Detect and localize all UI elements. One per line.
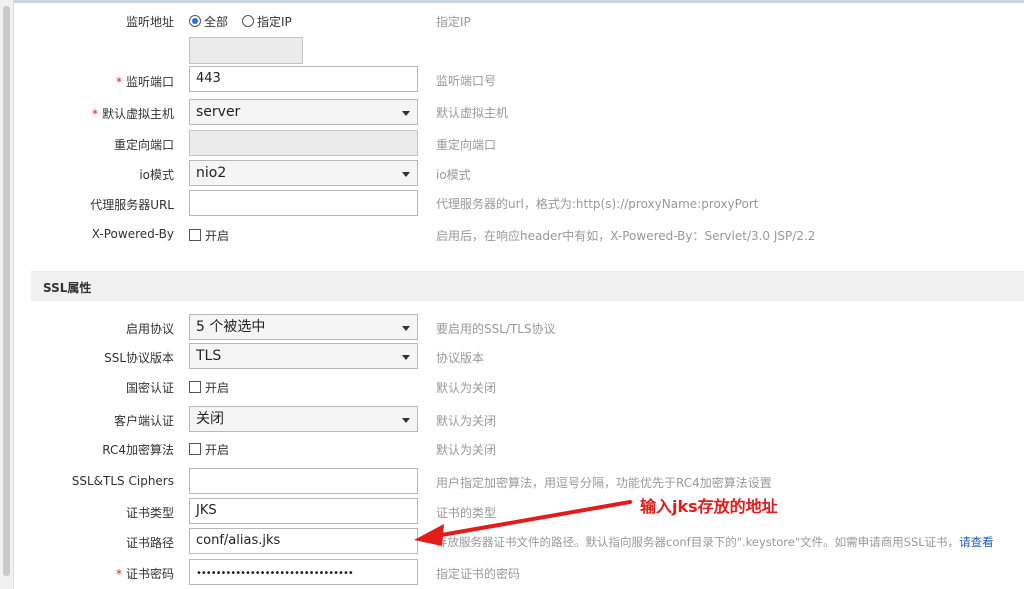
specific-ip-input[interactable]	[189, 37, 303, 64]
checkbox-icon[interactable]	[189, 443, 201, 455]
io-mode-label: io模式	[139, 168, 174, 182]
ssl-section-title: SSL属性	[43, 281, 92, 295]
default-host-label: * 默认虚拟主机	[91, 107, 174, 121]
io-mode-hint: io模式	[436, 168, 471, 182]
chevron-down-icon	[402, 172, 410, 177]
scrollbar[interactable]	[0, 0, 14, 589]
chevron-down-icon	[402, 355, 410, 360]
protocol-version-select[interactable]: TLS	[189, 343, 418, 369]
cert-path-hint: 存放服务器证书文件的路径。默认指向服务器conf目录下的".keystore"文…	[436, 535, 994, 549]
proxy-url-hint: 代理服务器的url，格式为:http(s)://proxyName:proxyP…	[436, 197, 759, 211]
cert-password-input[interactable]: ••••••••••••••••••••••••••••••••	[189, 559, 418, 585]
annotation-text: 输入jks存放的地址	[640, 497, 778, 516]
cert-path-label: 证书路径	[125, 536, 174, 550]
protocols-select[interactable]: 5 个被选中	[189, 314, 418, 340]
chevron-down-icon	[402, 418, 410, 423]
radio-all-icon[interactable]	[189, 15, 201, 27]
ciphers-label: SSL&TLS Ciphers	[71, 474, 174, 488]
view-link[interactable]: 请查看	[959, 535, 994, 549]
cert-path-input[interactable]: conf/alias.jks	[189, 528, 418, 554]
protocol-version-label: SSL协议版本	[104, 351, 174, 365]
checkbox-icon[interactable]	[189, 381, 201, 393]
proxy-url-input[interactable]	[189, 190, 418, 216]
proxy-url-label: 代理服务器URL	[90, 198, 174, 212]
listen-address-hint: 指定IP	[436, 15, 471, 29]
listen-address-label: 监听地址	[125, 15, 174, 29]
protocols-hint: 要启用的SSL/TLS协议	[436, 322, 556, 336]
ciphers-input[interactable]	[189, 468, 418, 494]
x-powered-by-label: X-Powered-By	[91, 227, 174, 241]
redirect-port-input[interactable]	[189, 130, 418, 156]
cert-password-label: * 证书密码	[115, 567, 174, 581]
client-auth-hint: 默认为关闭	[436, 414, 497, 428]
default-host-hint: 默认虚拟主机	[436, 106, 509, 120]
scrollbar-thumb[interactable]	[3, 6, 10, 576]
cert-type-label: 证书类型	[125, 506, 174, 520]
radio-specific-ip-icon[interactable]	[242, 15, 254, 27]
io-mode-select[interactable]: nio2	[189, 160, 418, 186]
redirect-port-label: 重定向端口	[113, 138, 174, 152]
rc4-label: RC4加密算法	[102, 443, 174, 457]
cert-type-input[interactable]: JKS	[189, 498, 418, 524]
rc4-hint: 默认为关闭	[436, 443, 497, 457]
ciphers-hint: 用户指定加密算法，用逗号分隔，功能优先于RC4加密算法设置	[436, 476, 772, 490]
protocols-label: 启用协议	[125, 322, 174, 336]
listen-port-hint: 监听端口号	[436, 74, 497, 88]
checkbox-icon[interactable]	[189, 229, 201, 241]
listen-port-label: * 监听端口	[115, 75, 174, 89]
default-host-select[interactable]: server	[189, 99, 418, 125]
x-powered-by-checkbox[interactable]: 开启	[189, 227, 229, 244]
radio-specific-ip[interactable]: 指定IP	[242, 13, 292, 30]
cert-type-hint: 证书的类型	[436, 506, 497, 520]
national-crypto-checkbox[interactable]: 开启	[189, 379, 229, 396]
listen-port-input[interactable]: 443	[189, 66, 418, 92]
chevron-down-icon	[402, 111, 410, 116]
client-auth-select[interactable]: 关闭	[189, 406, 418, 432]
client-auth-label: 客户端认证	[113, 414, 174, 428]
protocol-version-hint: 协议版本	[436, 351, 485, 365]
national-crypto-hint: 默认为关闭	[436, 381, 497, 395]
chevron-down-icon	[402, 326, 410, 331]
ssl-section-header: SSL属性	[31, 271, 1024, 301]
radio-all[interactable]: 全部	[189, 13, 228, 30]
rc4-checkbox[interactable]: 开启	[189, 441, 229, 458]
national-crypto-label: 国密认证	[125, 381, 174, 395]
cert-password-hint: 指定证书的密码	[436, 567, 521, 581]
x-powered-by-hint: 启用后，在响应header中有如，X-Powered-By：Servlet/3.…	[436, 229, 816, 243]
redirect-port-hint: 重定向端口	[436, 138, 497, 152]
top-border	[0, 0, 1024, 3]
